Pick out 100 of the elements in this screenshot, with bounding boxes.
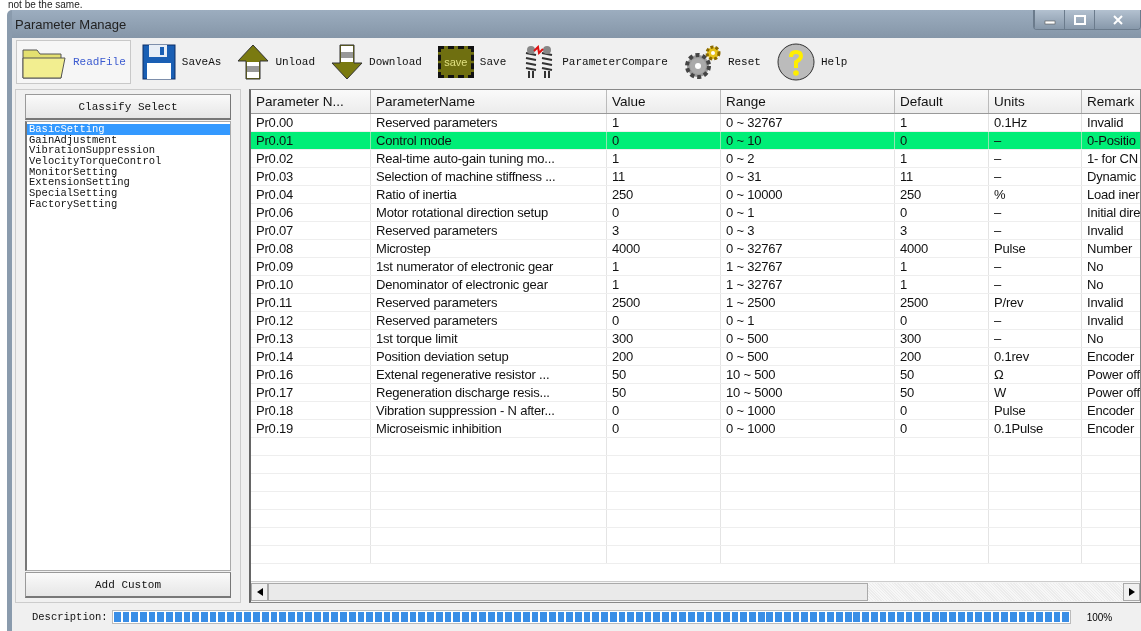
category-item[interactable]: VibrationSuppression — [27, 145, 230, 157]
category-item[interactable]: FactorySetting — [27, 198, 230, 210]
table-row[interactable]: Pr0.01 Control mode 0 0 ~ 10 0 – 0-Positio — [251, 132, 1140, 150]
table-cell: 10 ~ 5000 — [726, 385, 783, 400]
horizontal-scrollbar[interactable] — [251, 581, 1140, 602]
table-cell: 2500 — [612, 295, 641, 310]
table-cell: Load iner — [1087, 187, 1140, 202]
table-cell: 200 — [612, 349, 634, 364]
table-cell: Pr0.10 — [256, 277, 294, 292]
table-cell: Pr0.11 — [256, 295, 293, 310]
background-text: not be the same. — [7, 0, 84, 10]
column-header[interactable]: Value — [607, 90, 721, 113]
table-cell: Encoder — [1087, 421, 1135, 436]
scroll-right-icon[interactable] — [1123, 583, 1140, 601]
table-cell: Control mode — [376, 133, 452, 148]
toolbar-button[interactable]: ReadFile — [16, 40, 131, 84]
table-cell: 1 — [900, 259, 908, 274]
table-cell: 0 — [900, 403, 908, 418]
table-cell: 0 — [900, 313, 908, 328]
column-header[interactable]: Parameter N... — [251, 90, 371, 113]
table-cell: P/rev — [994, 295, 1024, 310]
toolbar-button[interactable]: Help — [771, 40, 853, 84]
table-cell: Pr0.13 — [256, 331, 294, 346]
table-row[interactable]: Pr0.02 Real-time auto-gain tuning mo... 1 0 ~ 2 1 – 1- for CN — [251, 150, 1140, 168]
minimize-button[interactable] — [1034, 10, 1064, 29]
maximize-icon — [1073, 14, 1086, 25]
table-cell: – — [994, 151, 1002, 166]
table-row[interactable]: Pr0.04 Ratio of inertia 250 0 ~ 10000 250 % Load iner — [251, 186, 1140, 204]
table-cell: No — [1087, 331, 1104, 346]
table-row[interactable]: Pr0.19 Microseismic inhibition 0 0 ~ 1000 0 0.1Pulse Encoder — [251, 420, 1140, 438]
category-item[interactable]: ExtensionSetting — [27, 177, 230, 189]
toolbar-button[interactable]: save Save — [432, 40, 512, 84]
table-row[interactable]: Pr0.08 Microstep 4000 0 ~ 32767 4000 Pulse Number — [251, 240, 1140, 258]
table-cell: 10 ~ 500 — [726, 367, 776, 382]
table-cell: Pulse — [994, 403, 1026, 418]
category-item[interactable]: MonitorSetting — [27, 166, 230, 178]
table-cell: 0 ~ 10 — [726, 133, 762, 148]
table-cell: 1st torque limit — [376, 331, 458, 346]
table-cell: 0 ~ 10000 — [726, 187, 783, 202]
table-cell: Invalid — [1087, 115, 1124, 130]
table-cell: – — [994, 223, 1002, 238]
table-cell: 1 — [900, 115, 908, 130]
toolbar-button[interactable]: Reset — [678, 40, 766, 84]
table-cell: 0 ~ 32767 — [726, 115, 783, 130]
table-cell: Pr0.07 — [256, 223, 294, 238]
table-cell: 0 — [900, 205, 908, 220]
scroll-left-icon[interactable] — [251, 583, 268, 601]
toolbar-button[interactable]: ParameterCompare — [517, 40, 673, 84]
classify-select-button[interactable]: Classify Select — [25, 94, 231, 120]
table-row[interactable]: Pr0.06 Motor rotational direction setup 0 0 ~ 1 0 – Initial dire — [251, 204, 1140, 222]
table-row[interactable]: Pr0.03 Selection of machine stiffness ... 11 0 ~ 31 11 – Dynamic — [251, 168, 1140, 186]
category-item[interactable]: VelocityTorqueControl — [27, 156, 230, 167]
table-row[interactable]: Pr0.13 1st torque limit 300 0 ~ 500 300 – No — [251, 330, 1140, 348]
column-header[interactable]: Range — [721, 90, 895, 113]
table-cell: 200 — [900, 349, 922, 364]
up-arrow-icon — [237, 44, 270, 80]
table-cell: Ratio of inertia — [376, 187, 457, 202]
maximize-button[interactable] — [1064, 10, 1094, 29]
toolbar-button[interactable]: SaveAs — [136, 40, 227, 84]
table-row[interactable]: Pr0.16 Extenal regenerative resistor ... 50 10 ~ 500 50 Ω Power off — [251, 366, 1140, 384]
table-cell: 0 — [900, 133, 908, 148]
table-cell: 0 ~ 3 — [726, 223, 755, 238]
category-item[interactable]: GainAdjustment — [27, 134, 230, 146]
close-button[interactable] — [1094, 10, 1140, 29]
table-cell: 1 — [612, 277, 620, 292]
table-row[interactable]: Pr0.07 Reserved parameters 3 0 ~ 3 3 – Invalid — [251, 222, 1140, 240]
table-cell: Pr0.06 — [256, 205, 294, 220]
table-row[interactable]: Pr0.09 1st numerator of electronic gear 1 1 ~ 32767 1 – No — [251, 258, 1140, 276]
column-header[interactable]: Default — [895, 90, 989, 113]
column-header[interactable]: Remark — [1082, 90, 1140, 113]
table-cell: 0.1Hz — [994, 115, 1027, 130]
column-header[interactable]: Units — [989, 90, 1082, 113]
table-cell: Position deviation setup — [376, 349, 509, 364]
table-cell: 0 — [612, 205, 620, 220]
table-cell: 250 — [612, 187, 634, 202]
table-cell: 11 — [612, 169, 626, 184]
table-cell: 0 ~ 1 — [726, 313, 755, 328]
table-row[interactable]: Pr0.14 Position deviation setup 200 0 ~ 500 200 0.1rev Encoder — [251, 348, 1140, 366]
table-row[interactable]: Pr0.17 Regeneration discharge resis... 50 10 ~ 5000 50 W Power off — [251, 384, 1140, 402]
table-cell: Selection of machine stiffness ... — [376, 169, 556, 184]
table-cell: Encoder — [1087, 403, 1135, 418]
table-row[interactable]: Pr0.12 Reserved parameters 0 0 ~ 1 0 – Invalid — [251, 312, 1140, 330]
category-item[interactable]: SpecialSetting — [27, 188, 230, 199]
table-cell: Reserved parameters — [376, 223, 498, 238]
table-cell: Number — [1087, 241, 1133, 256]
toolbar-button[interactable]: Unload — [232, 40, 321, 84]
column-header[interactable]: ParameterName — [371, 90, 607, 113]
table-cell: Ω — [994, 367, 1004, 382]
table-row[interactable]: Pr0.18 Vibration suppression - N after... 0 0 ~ 1000 0 Pulse Encoder — [251, 402, 1140, 420]
table-row[interactable]: Pr0.11 Reserved parameters 2500 1 ~ 2500 2500 P/rev Invalid — [251, 294, 1140, 312]
table-cell: 0 — [612, 421, 620, 436]
table-cell: Invalid — [1087, 295, 1124, 310]
table-cell: Pr0.02 — [256, 151, 294, 166]
add-custom-button[interactable]: Add Custom — [25, 572, 231, 598]
table-row[interactable]: Pr0.10 Denominator of electronic gear 1 1 ~ 32767 1 – No — [251, 276, 1140, 294]
table-cell: Denominator of electronic gear — [376, 277, 548, 292]
toolbar-button[interactable]: Download — [326, 40, 427, 84]
table-cell: Reserved parameters — [376, 313, 498, 328]
table-cell: 1 ~ 32767 — [726, 259, 783, 274]
table-cell: 1 — [612, 115, 620, 130]
